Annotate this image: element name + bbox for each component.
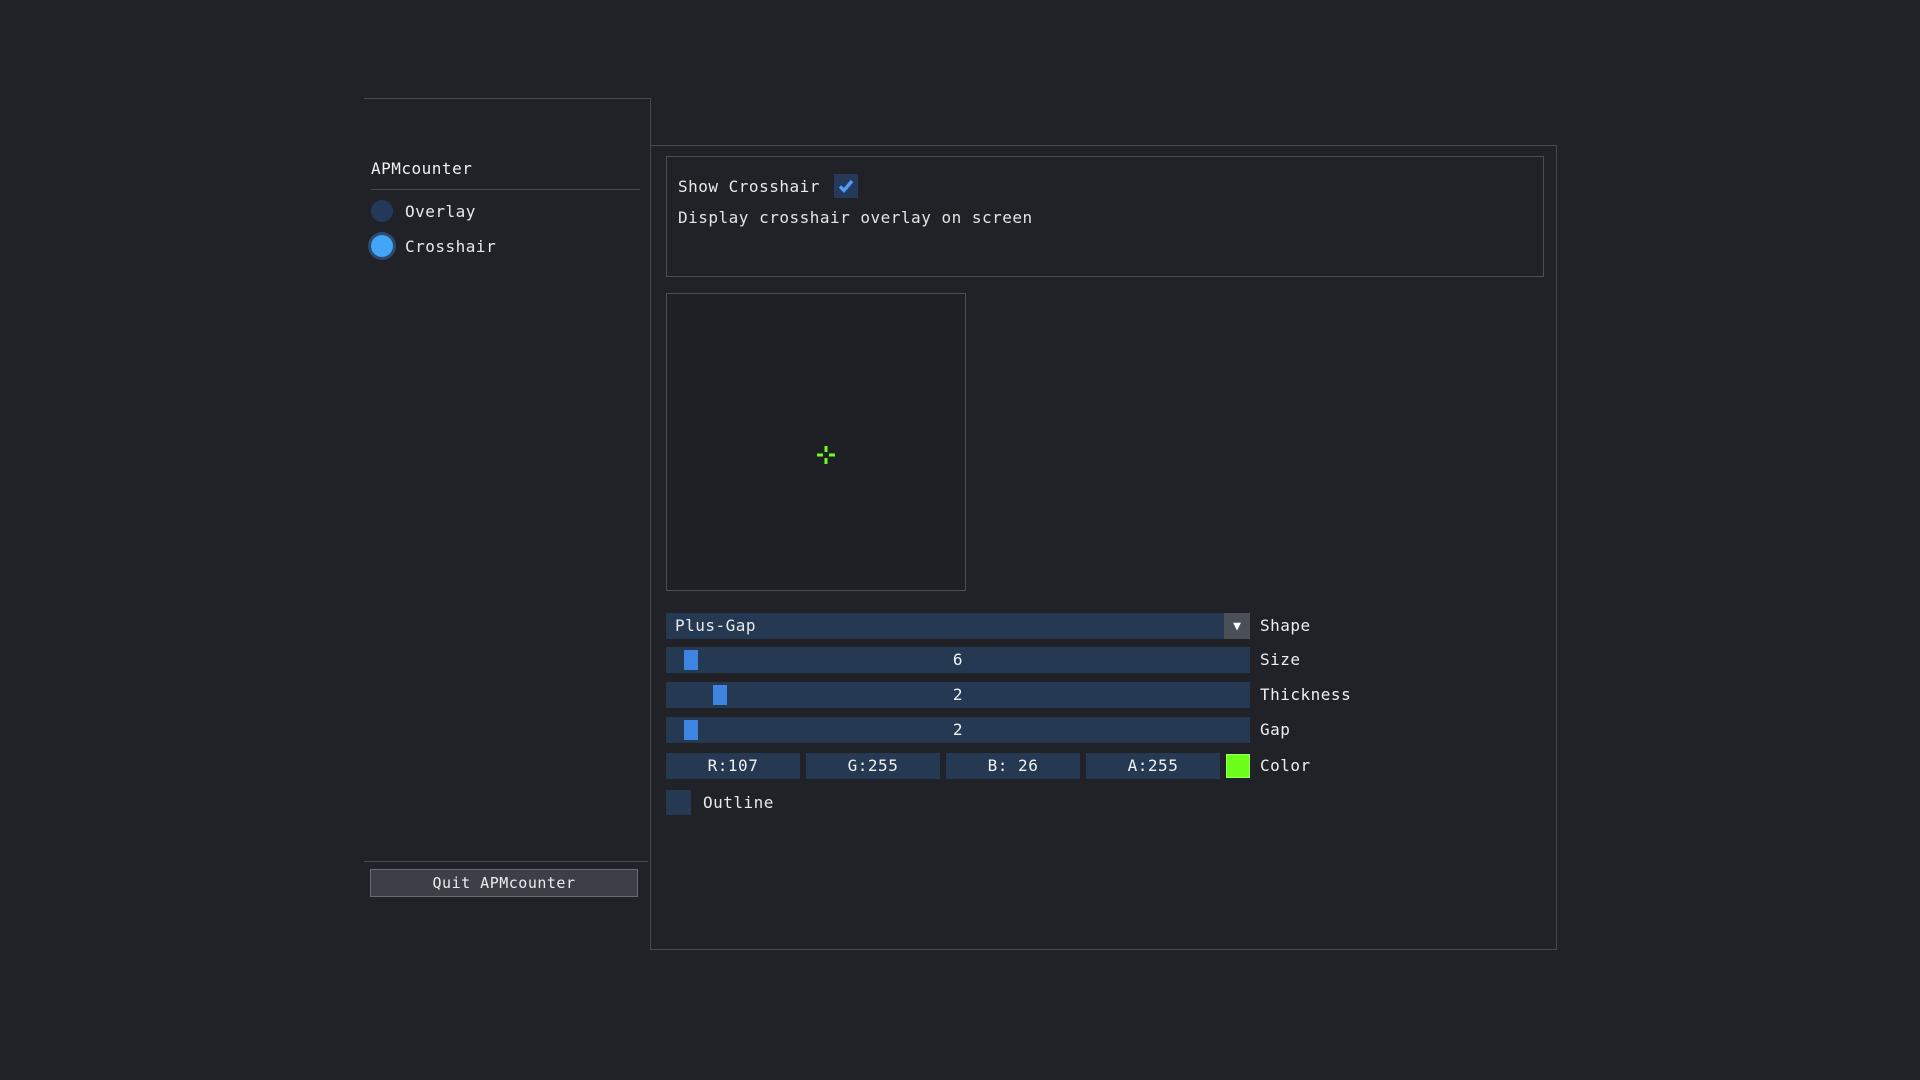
shape-dropdown[interactable]: Plus-Gap ▼ (666, 613, 1250, 639)
gap-label: Gap (1260, 717, 1290, 743)
sidebar-title: APMcounter (371, 159, 472, 178)
color-red-button[interactable]: R:107 (666, 753, 800, 779)
size-slider-value: 6 (666, 647, 1250, 673)
quit-button[interactable]: Quit APMcounter (370, 869, 638, 897)
sidebar-item-label: Overlay (405, 202, 476, 221)
show-crosshair-group: Show Crosshair Display crosshair overlay… (666, 156, 1544, 277)
sidebar-item-label: Crosshair (405, 237, 496, 256)
color-blue-button[interactable]: B: 26 (946, 753, 1080, 779)
thickness-slider[interactable]: 2 (666, 682, 1250, 708)
sidebar-title-divider (371, 189, 640, 190)
radio-unselected-icon[interactable] (371, 200, 393, 222)
outline-label: Outline (703, 793, 774, 812)
size-slider[interactable]: 6 (666, 647, 1250, 673)
radio-selected-icon[interactable] (371, 235, 393, 257)
sidebar-top-divider (364, 98, 650, 99)
quit-button-label: Quit APMcounter (433, 874, 576, 892)
show-crosshair-checkbox[interactable] (834, 174, 858, 198)
gap-slider-value: 2 (666, 717, 1250, 743)
sidebar-item-overlay[interactable]: Overlay (371, 199, 476, 223)
thickness-label: Thickness (1260, 682, 1351, 708)
main-panel-right-border (1556, 145, 1557, 949)
chevron-down-icon[interactable]: ▼ (1224, 613, 1250, 639)
quit-divider (364, 861, 648, 862)
crosshair-icon (817, 446, 835, 464)
shape-dropdown-value: Plus-Gap (666, 613, 756, 639)
app-window: APMcounter Overlay Crosshair Quit APMcou… (0, 0, 1920, 1080)
color-label: Color (1260, 753, 1311, 779)
main-panel-bottom-border (650, 949, 1557, 950)
crosshair-preview-box (666, 293, 966, 591)
main-panel-top-border (650, 145, 1556, 146)
outline-row: Outline (666, 789, 774, 815)
sidebar-item-crosshair[interactable]: Crosshair (371, 234, 496, 258)
color-channel-row: R:107 G:255 B: 26 A:255 (666, 753, 1250, 779)
color-green-button[interactable]: G:255 (806, 753, 940, 779)
size-label: Size (1260, 647, 1301, 673)
color-alpha-button[interactable]: A:255 (1086, 753, 1220, 779)
color-swatch[interactable] (1226, 754, 1250, 778)
show-crosshair-description: Display crosshair overlay on screen (678, 208, 1033, 227)
outline-checkbox[interactable] (666, 790, 691, 815)
check-icon (837, 177, 855, 195)
shape-label: Shape (1260, 613, 1311, 639)
gap-slider[interactable]: 2 (666, 717, 1250, 743)
thickness-slider-value: 2 (666, 682, 1250, 708)
sidebar-vertical-divider (650, 98, 651, 950)
show-crosshair-label: Show Crosshair (678, 177, 820, 196)
